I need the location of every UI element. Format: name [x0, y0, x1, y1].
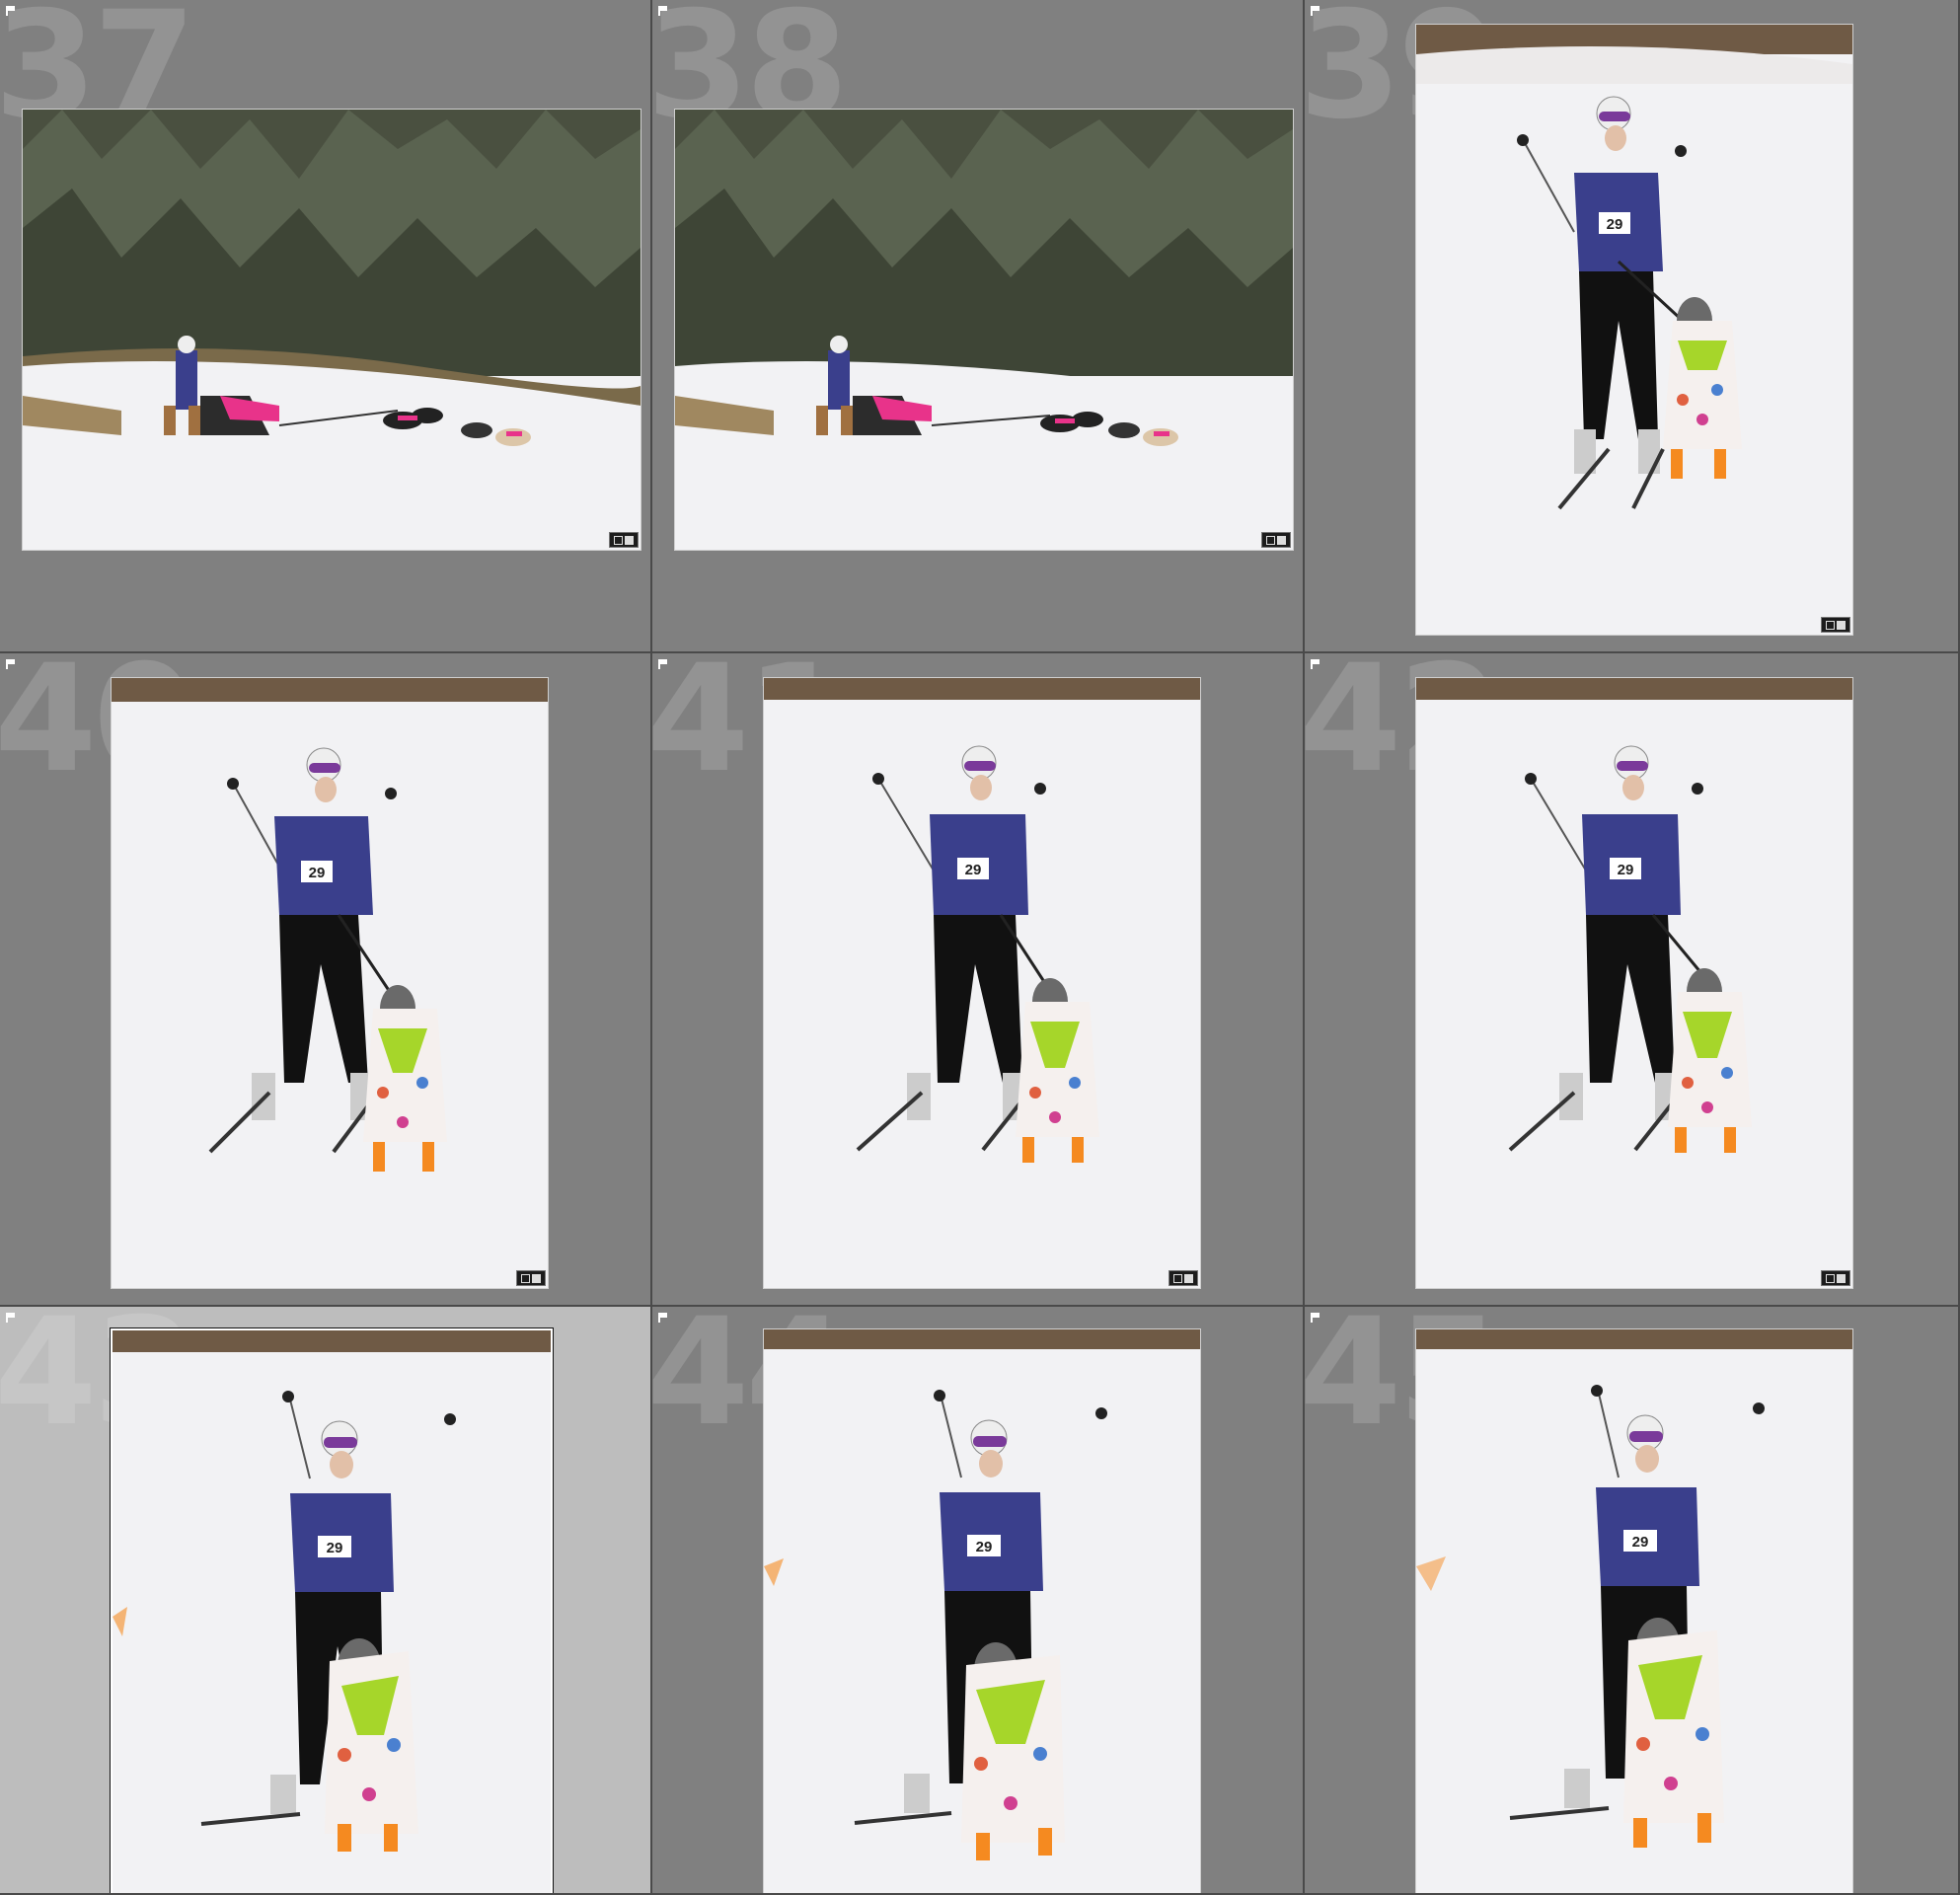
grid-cell-38[interactable]: 38 — [652, 0, 1305, 653]
grid-cell-42[interactable]: 42 29 — [1305, 653, 1960, 1307]
edit-badge-icon[interactable] — [1261, 532, 1291, 548]
grid-cell-45[interactable]: 45 29 — [1305, 1307, 1960, 1895]
grid-cell-43[interactable]: 43 29 — [0, 1307, 652, 1895]
mushing-photo — [23, 110, 641, 550]
bib-number: 29 — [976, 1539, 993, 1555]
bib-number: 29 — [327, 1540, 343, 1556]
bib-number: 29 — [1618, 862, 1634, 878]
skijoring-photo: 29 — [764, 1329, 1200, 1893]
bib-number: 29 — [1632, 1534, 1649, 1551]
photo-thumbnail[interactable]: 29 — [763, 677, 1201, 1289]
photo-thumbnail[interactable]: 29 — [1415, 677, 1853, 1289]
flag-icon[interactable] — [1311, 659, 1320, 669]
bib-number: 29 — [309, 865, 326, 881]
skijoring-photo: 29 — [1416, 678, 1852, 1288]
flag-icon[interactable] — [6, 659, 16, 669]
photo-thumbnail[interactable]: 29 — [1415, 24, 1853, 636]
flag-icon[interactable] — [6, 6, 16, 16]
flag-icon[interactable] — [658, 6, 668, 16]
photo-thumbnail[interactable]: 29 — [1415, 1328, 1853, 1893]
photo-thumbnail[interactable] — [674, 109, 1294, 551]
photo-thumbnail[interactable]: 29 — [110, 1327, 554, 1893]
photo-thumbnail[interactable]: 29 — [111, 677, 549, 1289]
edit-badge-icon[interactable] — [516, 1270, 546, 1286]
edit-badge-icon[interactable] — [609, 532, 639, 548]
edit-badge-icon[interactable] — [1821, 1270, 1850, 1286]
grid-cell-39[interactable]: 39 29 — [1305, 0, 1960, 653]
grid-cell-44[interactable]: 44 29 — [652, 1307, 1305, 1895]
photo-thumbnail[interactable]: 29 — [763, 1328, 1201, 1893]
edit-badge-icon[interactable] — [1168, 1270, 1198, 1286]
thumbnail-grid: 37 38 39 29 40 29 41 29 42 29 43 29 44 2… — [0, 0, 1960, 1895]
flag-icon[interactable] — [6, 1313, 16, 1323]
bib-number: 29 — [1607, 216, 1623, 233]
grid-cell-40[interactable]: 40 29 — [0, 653, 652, 1307]
grid-cell-37[interactable]: 37 — [0, 0, 652, 653]
mushing-photo — [675, 110, 1293, 550]
flag-icon[interactable] — [1311, 1313, 1320, 1323]
flag-icon[interactable] — [658, 659, 668, 669]
skijoring-photo: 29 — [1416, 1329, 1852, 1893]
skijoring-photo: 29 — [112, 678, 548, 1288]
skijoring-photo: 29 — [113, 1330, 551, 1893]
grid-cell-41[interactable]: 41 29 — [652, 653, 1305, 1307]
edit-badge-icon[interactable] — [1821, 617, 1850, 633]
skijoring-photo: 29 — [764, 678, 1200, 1288]
photo-thumbnail[interactable] — [22, 109, 641, 551]
flag-icon[interactable] — [1311, 6, 1320, 16]
skijoring-photo: 29 — [1416, 25, 1852, 635]
flag-icon[interactable] — [658, 1313, 668, 1323]
bib-number: 29 — [965, 862, 982, 878]
